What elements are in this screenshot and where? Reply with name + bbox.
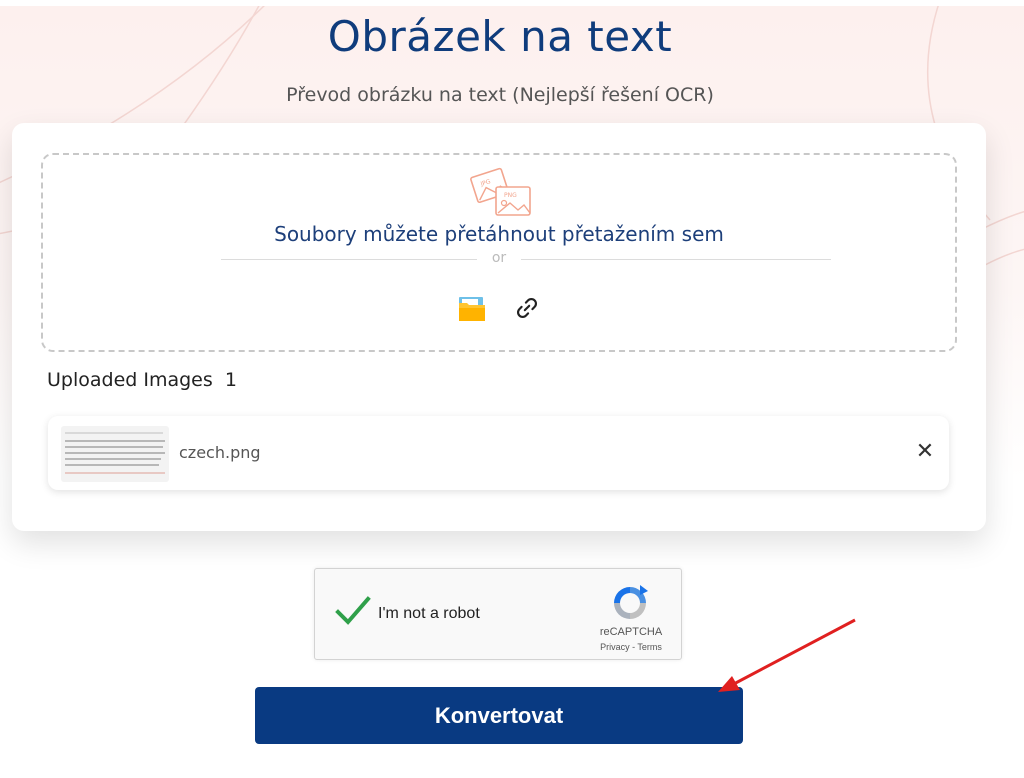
uploaded-file-row: czech.png ✕ [48,416,949,490]
or-divider-right [521,259,831,260]
top-strip [0,0,1024,6]
page-subtitle: Převod obrázku na text (Nejlepší řešení … [286,84,714,106]
link-icon[interactable] [514,295,540,321]
or-divider-left [221,259,477,260]
page-title: Obrázek na text [327,12,673,61]
uploaded-images-heading: Uploaded Images 1 [47,369,237,391]
file-thumbnail [61,426,169,482]
uploaded-images-count: 1 [224,369,237,391]
recaptcha-logo-icon [614,585,648,619]
file-name: czech.png [179,443,261,462]
recaptcha-brand: reCAPTCHA [599,626,663,638]
recaptcha-privacy-terms-link[interactable]: Privacy - Terms [583,642,679,652]
upload-card: JPG PNG Soubory můžete přetáhnout přetaž… [12,123,986,531]
svg-text:PNG: PNG [504,192,517,199]
file-dropzone[interactable]: JPG PNG Soubory můžete přetáhnout přetaž… [41,153,957,352]
dropzone-text: Soubory můžete přetáhnout přetažením sem [274,222,724,246]
or-text: or [491,250,507,266]
checkmark-icon[interactable] [335,593,371,629]
uploaded-images-label: Uploaded Images [47,369,213,391]
folder-icon[interactable] [457,295,487,323]
convert-button[interactable]: Konvertovat [255,687,743,744]
annotation-arrow-icon [718,618,856,692]
recaptcha-label: I'm not a robot [378,605,480,622]
recaptcha-widget: I'm not a robot reCAPTCHA Privacy - Term… [314,568,682,660]
close-icon[interactable]: ✕ [913,440,937,464]
image-files-icon: JPG PNG [470,167,531,216]
